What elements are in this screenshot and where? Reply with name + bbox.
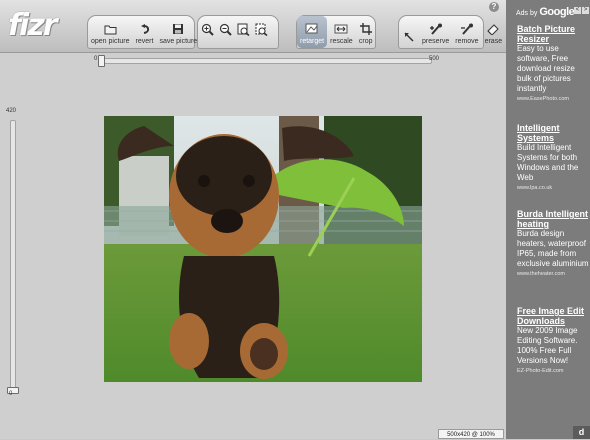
pointer-icon — [402, 31, 416, 43]
revert-label: revert — [135, 38, 154, 45]
preserve-label: preserve — [422, 38, 450, 45]
zoom-status: 500x420 @ 100% — [438, 429, 504, 439]
file-group: open picture revert save picture — [87, 15, 197, 49]
crop-label: crop — [358, 38, 373, 45]
retarget-icon — [305, 23, 319, 35]
zoom-actual-button[interactable] — [234, 16, 252, 48]
app-logo: fizr — [8, 8, 58, 43]
revert-button[interactable]: revert — [133, 16, 157, 48]
ad-title[interactable]: Batch Picture Resizer — [517, 24, 589, 44]
ads-by-google[interactable]: Ads by Google — [516, 6, 575, 18]
height-slider[interactable] — [7, 120, 19, 394]
ad-title[interactable]: Burda Intelligent heating — [517, 209, 589, 229]
ad-url[interactable]: www.EasePhoto.com — [517, 96, 589, 102]
open-picture-label: open picture — [91, 38, 130, 45]
save-picture-label: save picture — [159, 38, 198, 45]
crop-icon — [359, 23, 373, 35]
ad-body: Build Intelligent Systems for both Windo… — [517, 143, 579, 182]
ad-item[interactable]: Intelligent Systems Build Intelligent Sy… — [517, 123, 589, 191]
zoom-group — [197, 15, 279, 49]
zoom-fit-button[interactable] — [252, 16, 270, 48]
rescale-button[interactable]: rescale — [327, 16, 356, 48]
revert-icon — [137, 23, 151, 35]
help-button[interactable]: ? — [489, 2, 499, 12]
google-brand: Google — [539, 6, 575, 18]
ad-url[interactable]: www.lpa.co.uk — [517, 185, 589, 191]
erase-button[interactable]: erase — [482, 16, 506, 48]
ads-prev-icon[interactable]: < — [574, 7, 581, 14]
height-slider-max: 420 — [6, 108, 17, 114]
ads-by-prefix: Ads by — [516, 10, 538, 17]
pointer-tool-button[interactable] — [399, 16, 419, 48]
width-slider-thumb[interactable] — [98, 55, 105, 67]
crop-button[interactable]: crop — [356, 16, 376, 48]
ads-sidebar: Ads by Google < > Batch Picture Resizer … — [506, 0, 590, 439]
zoom-out-button[interactable] — [216, 16, 234, 48]
dog-photo — [104, 116, 422, 382]
remove-brush-icon — [460, 23, 474, 35]
remove-brush-button[interactable]: remove — [452, 16, 481, 48]
ad-item[interactable]: Free Image Edit Downloads New 2009 Image… — [517, 306, 589, 374]
save-icon — [171, 23, 185, 35]
zoom-out-icon — [219, 23, 232, 41]
width-slider-min: 0 — [94, 56, 98, 62]
ad-title[interactable]: Free Image Edit Downloads — [517, 306, 589, 326]
ads-next-icon[interactable]: > — [582, 7, 589, 14]
height-slider-min: 0 — [9, 391, 13, 397]
ad-title[interactable]: Intelligent Systems — [517, 123, 589, 143]
ad-item[interactable]: Burda Intelligent heating Burda design h… — [517, 209, 589, 277]
preserve-brush-icon — [429, 23, 443, 35]
zoom-in-button[interactable] — [198, 16, 216, 48]
ad-url[interactable]: EZ-Photo-Edit.com — [517, 368, 589, 374]
zoom-actual-icon — [237, 23, 250, 41]
mode-group: retarget rescale crop — [296, 15, 376, 49]
ad-url[interactable]: www.theheater.com — [517, 271, 589, 277]
ad-body: Easy to use software, Free download resi… — [517, 44, 575, 93]
ad-corner-badge[interactable]: d — [573, 426, 590, 439]
ad-body: Burda design heaters, waterproof IP65, m… — [517, 229, 589, 268]
erase-label: erase — [484, 38, 503, 45]
eraser-icon — [486, 23, 500, 35]
toolbar: fizr open picture revert save picture re… — [0, 0, 506, 53]
ads-nav: < > — [574, 7, 589, 14]
brush-group: preserve remove erase — [398, 15, 502, 49]
save-picture-button[interactable]: save picture — [156, 16, 200, 48]
folder-icon — [103, 23, 117, 35]
preserve-brush-button[interactable]: preserve — [419, 16, 452, 48]
ad-item[interactable]: Batch Picture Resizer Easy to use softwa… — [517, 24, 589, 102]
rescale-icon — [334, 23, 348, 35]
image-canvas[interactable] — [104, 116, 422, 382]
fizr-app: fizr open picture revert save picture re… — [0, 0, 506, 439]
retarget-button[interactable]: retarget — [297, 16, 328, 48]
zoom-in-icon — [201, 23, 214, 41]
open-picture-button[interactable]: open picture — [88, 16, 133, 48]
remove-label: remove — [455, 38, 479, 45]
width-slider-max: 500 — [429, 56, 440, 62]
zoom-fit-icon — [255, 23, 268, 41]
width-slider[interactable] — [98, 55, 432, 67]
retarget-label: retarget — [300, 38, 325, 45]
ad-body: New 2009 Image Editing Software. 100% Fr… — [517, 326, 578, 365]
rescale-label: rescale — [330, 38, 353, 45]
